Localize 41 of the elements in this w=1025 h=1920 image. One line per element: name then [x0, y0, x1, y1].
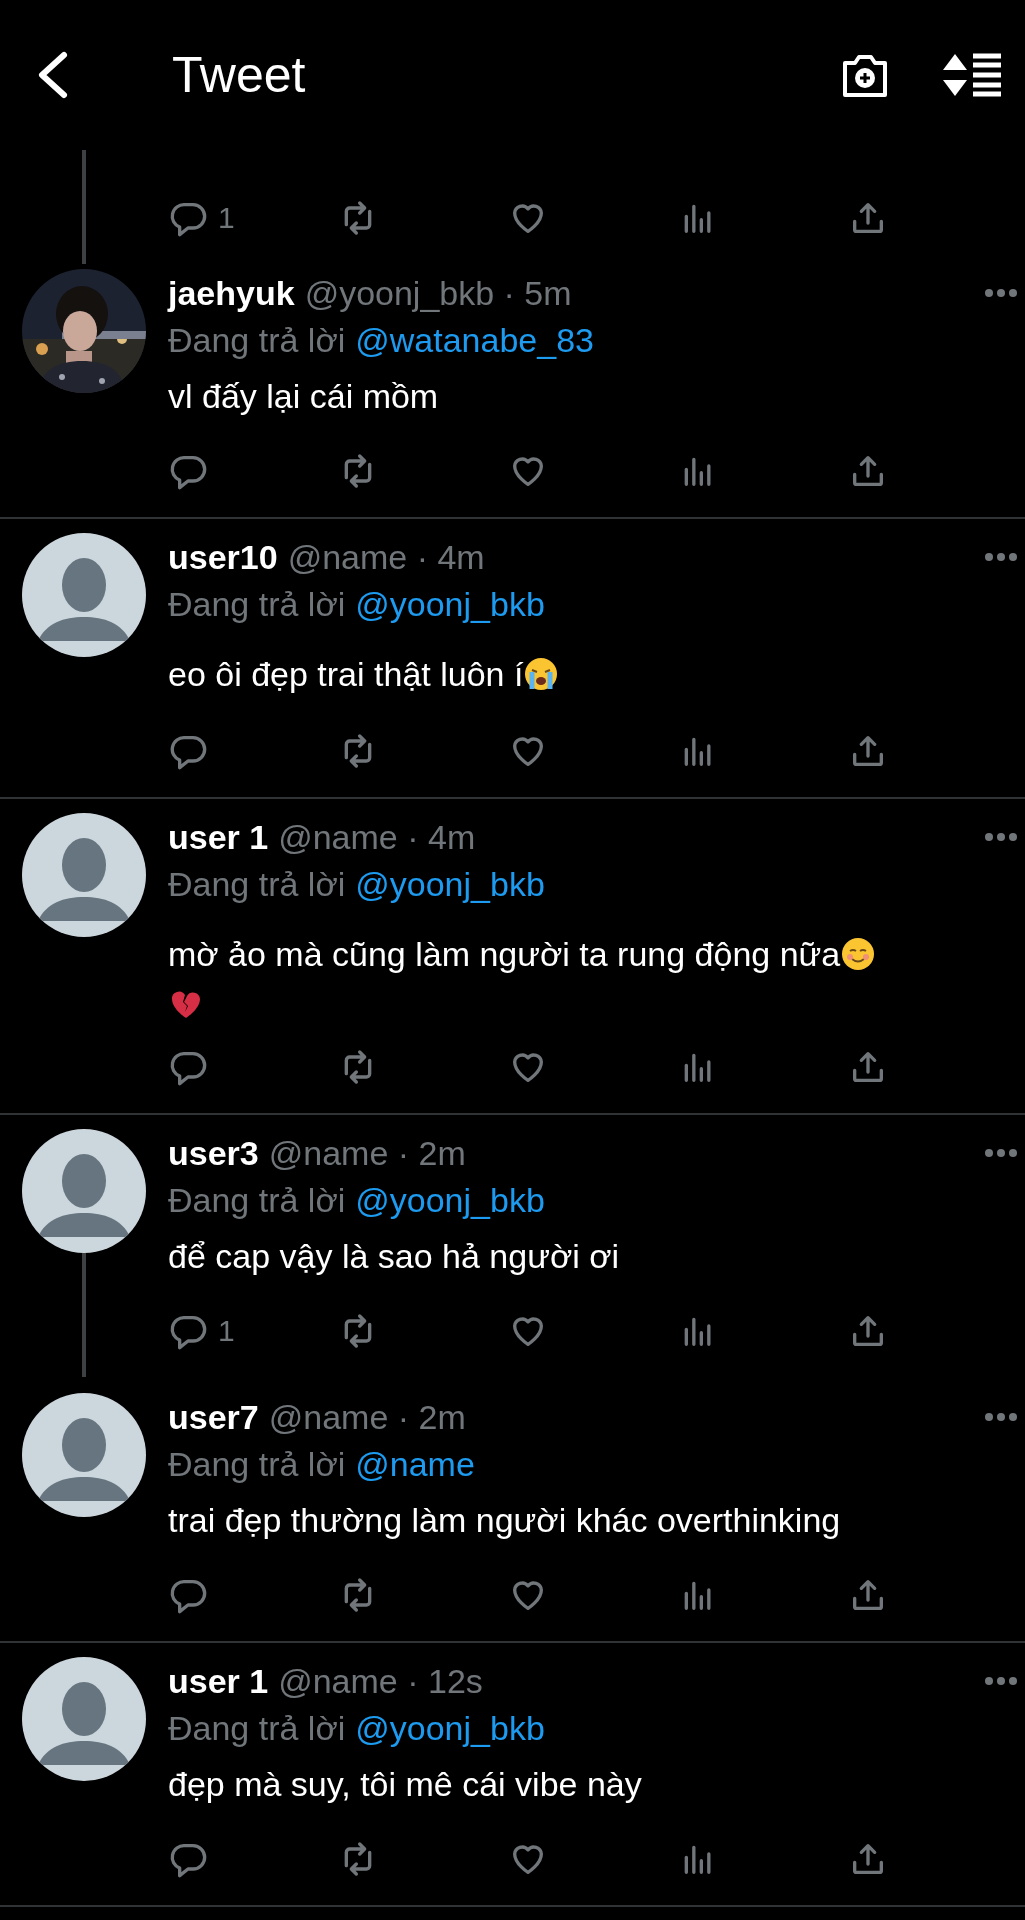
page-title: Tweet — [172, 46, 307, 104]
mention-link[interactable]: @yoonj_bkb — [355, 1177, 545, 1223]
crying-emoji-icon — [524, 657, 559, 691]
tweet-text: eo ôi đẹp trai thật luôn í — [168, 654, 524, 695]
tweet-text: trai đẹp thường làm người khác overthinking — [168, 1500, 841, 1541]
reply-count: 1 — [218, 201, 235, 235]
display-name: user7 — [168, 1397, 259, 1437]
smiling-emoji-icon — [841, 937, 876, 971]
reply-label: Đang trả lời — [168, 1180, 346, 1221]
handle-time: @yoonj_bkb · 5m — [304, 273, 573, 313]
reply-label: Đang trả lời — [168, 1708, 346, 1749]
tweet-text: để cap vậy là sao hả người ơi — [168, 1236, 620, 1277]
more-icon[interactable] — [984, 832, 1018, 842]
mention-link[interactable]: @name — [355, 1441, 475, 1487]
more-icon[interactable] — [984, 1676, 1018, 1686]
display-name: user3 — [168, 1133, 259, 1173]
display-name: jaehyuk — [168, 273, 295, 313]
reply-label: Đang trả lời — [168, 584, 346, 625]
reply-label: Đang trả lời — [168, 320, 346, 361]
reply-label: Đang trả lời — [168, 864, 346, 905]
mention-link[interactable]: @yoonj_bkb — [355, 581, 545, 627]
tweet-text: vl đấy lại cái mồm — [168, 376, 439, 417]
more-icon[interactable] — [984, 552, 1018, 562]
handle-time: @name · 12s — [278, 1661, 484, 1701]
display-name: user10 — [168, 537, 278, 577]
tweet-text: đẹp mà suy, tôi mê cái vibe này — [168, 1764, 642, 1805]
reply-count: 1 — [218, 1314, 235, 1348]
more-icon[interactable] — [984, 1148, 1018, 1158]
mention-link[interactable]: @yoonj_bkb — [355, 1705, 545, 1751]
more-icon[interactable] — [984, 288, 1018, 298]
more-icon[interactable] — [984, 1412, 1018, 1422]
handle-time: @name · 2m — [268, 1133, 467, 1173]
handle-time: @name · 4m — [287, 537, 486, 577]
reply-label: Đang trả lời — [168, 1444, 346, 1485]
handle-time: @name · 4m — [278, 817, 477, 857]
mention-link[interactable]: @yoonj_bkb — [355, 861, 545, 907]
mention-link[interactable]: @watanabe_83 — [355, 317, 594, 363]
display-name: user 1 — [168, 1661, 269, 1701]
tweet-text: mờ ảo mà cũng làm người ta rung động nữa — [168, 934, 841, 975]
display-name: user 1 — [168, 817, 269, 857]
handle-time: @name · 2m — [268, 1397, 467, 1437]
